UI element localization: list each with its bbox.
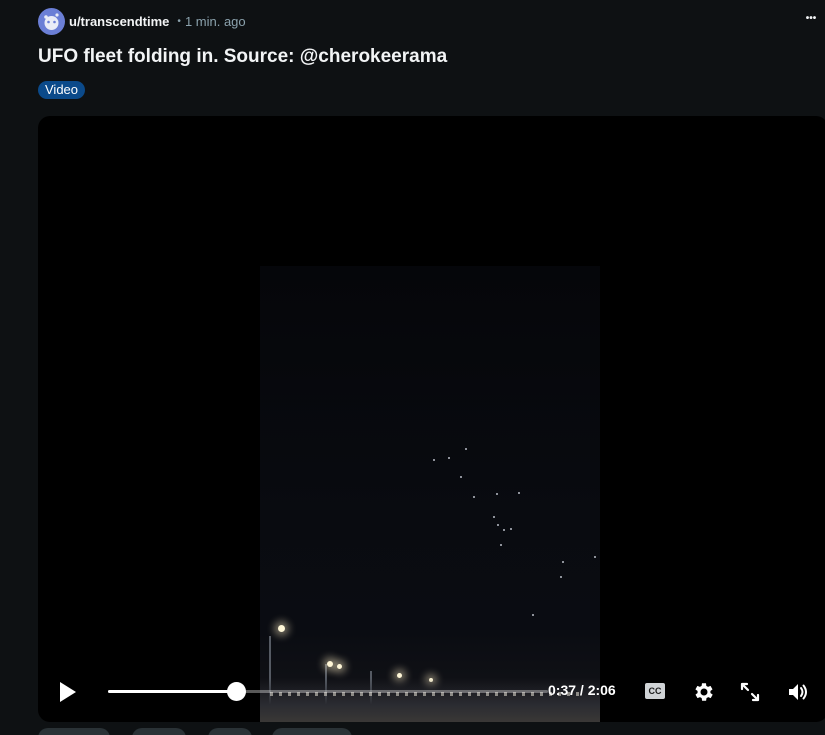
video-controls: 0:37 / 2:06 CC	[38, 662, 825, 722]
video-player[interactable]: 0:37 / 2:06 CC	[38, 116, 825, 722]
gear-icon[interactable]	[692, 680, 716, 704]
post-header: u/transcendtime • 1 min. ago •••	[38, 7, 825, 35]
cc-icon[interactable]: CC	[645, 683, 665, 699]
video-frame	[260, 266, 600, 722]
post: u/transcendtime • 1 min. ago ••• UFO fle…	[0, 0, 825, 735]
meta-separator: •	[177, 15, 181, 27]
avatar-icon	[44, 12, 59, 30]
progress-bar[interactable]	[108, 682, 548, 701]
post-timestamp: 1 min. ago	[184, 13, 246, 29]
post-actions	[38, 728, 825, 735]
post-flair[interactable]: Video	[38, 81, 86, 99]
time-display: 0:37 / 2:06	[548, 682, 616, 698]
play-icon[interactable]	[58, 680, 78, 704]
post-title[interactable]: UFO fleet folding in. Source: @cherokeer…	[38, 46, 447, 68]
progress-thumb[interactable]	[226, 682, 246, 701]
avatar[interactable]	[38, 7, 65, 35]
share-button[interactable]	[272, 728, 352, 735]
vote-button[interactable]	[38, 728, 110, 735]
more-icon: •••	[805, 13, 817, 24]
volume-icon[interactable]	[786, 680, 810, 704]
award-button[interactable]	[208, 728, 252, 735]
fullscreen-icon[interactable]	[739, 681, 761, 703]
author-username[interactable]: u/transcendtime	[69, 14, 169, 29]
comments-button[interactable]	[132, 728, 186, 735]
more-options-button[interactable]: •••	[801, 10, 821, 30]
progress-fill	[108, 690, 236, 693]
